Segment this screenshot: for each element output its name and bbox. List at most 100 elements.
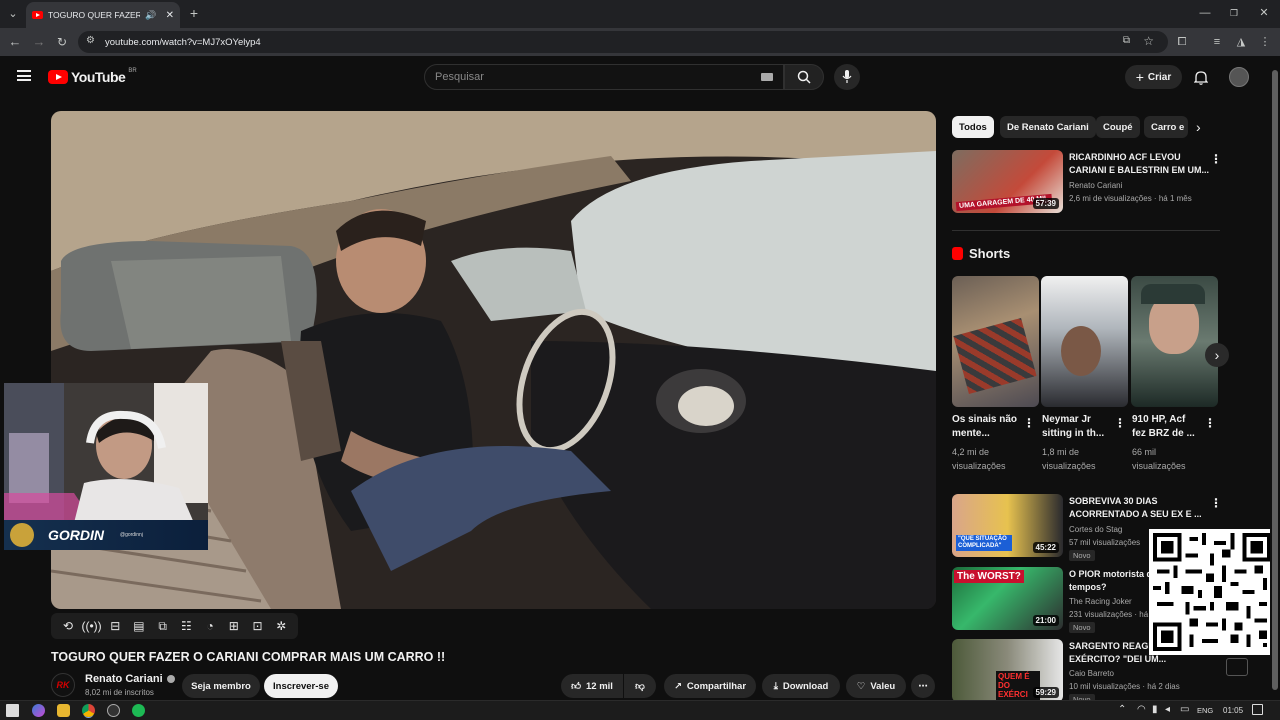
clapper-icon[interactable]: ▤ xyxy=(128,617,150,635)
chrome-menu-icon[interactable]: ⋮ xyxy=(1258,35,1272,49)
join-member-button[interactable]: Seja membro xyxy=(182,674,260,698)
more-actions-button[interactable]: ⋯ xyxy=(911,674,935,698)
chips-next-chevron-icon[interactable]: › xyxy=(1196,119,1201,135)
reload-icon[interactable]: ↻ xyxy=(55,35,69,49)
language-indicator[interactable]: ENG xyxy=(1197,706,1213,715)
more-vertical-icon[interactable]: ⋮ xyxy=(1114,416,1126,430)
recommendation-channel[interactable]: The Racing Joker xyxy=(1069,595,1132,608)
notification-center-icon[interactable] xyxy=(1252,704,1263,715)
hamburger-menu-icon[interactable] xyxy=(17,70,31,81)
streamer-webcam-overlay: GORDIN @gordinnj xyxy=(4,383,208,550)
bookmark-star-icon[interactable]: ☆ xyxy=(1143,34,1154,48)
cinema-icon[interactable]: ⊟ xyxy=(104,617,126,635)
thumbnail-caption: "QUE SITUAÇÃO COMPLICADA" xyxy=(956,535,1012,551)
volume-icon[interactable]: ◂ xyxy=(1165,704,1170,715)
search-button[interactable] xyxy=(784,64,824,90)
voice-search-button[interactable] xyxy=(834,64,860,90)
broadcast-icon[interactable]: ((•)) xyxy=(81,617,103,635)
like-button[interactable]: 👍︎ 12 mil xyxy=(561,674,623,698)
close-window-icon[interactable]: ✕ xyxy=(1257,6,1271,20)
back-icon[interactable]: ← xyxy=(8,35,22,49)
recommendation-thumbnail[interactable]: The WORST? 21:00 xyxy=(952,567,1063,630)
copilot-icon[interactable] xyxy=(32,704,45,717)
wifi-icon[interactable]: ◠ xyxy=(1137,704,1146,715)
scrollbar-thumb[interactable] xyxy=(1272,70,1278,690)
recommendation-thumbnail[interactable]: UMA GARAGEM DE 40 MIL 57:39 xyxy=(952,150,1063,213)
short-thumbnail[interactable] xyxy=(1041,276,1128,407)
screenshot-camera-icon[interactable]: ⊡ xyxy=(247,617,269,635)
channel-avatar[interactable]: RK xyxy=(51,673,75,697)
file-explorer-icon[interactable] xyxy=(57,704,70,717)
recommendation-channel[interactable]: Renato Cariani xyxy=(1069,179,1122,192)
more-vertical-icon[interactable]: ⋮ xyxy=(1210,496,1222,510)
new-tab-icon[interactable]: + xyxy=(187,6,201,20)
address-bar[interactable]: ⚙ youtube.com/watch?v=MJ7xOYelyp4 ⧉ ☆ xyxy=(78,31,1168,53)
forward-icon[interactable]: → xyxy=(32,35,46,49)
keyboard-icon[interactable] xyxy=(761,73,773,81)
download-icon: ⤓ xyxy=(773,680,778,692)
microphone-icon xyxy=(842,70,852,83)
speed-icon[interactable]: ◔ xyxy=(199,617,221,635)
short-thumbnail[interactable] xyxy=(952,276,1039,407)
page-scrollbar[interactable] xyxy=(1270,56,1280,700)
youtube-logo[interactable]: YouTube BR xyxy=(48,68,137,85)
short-thumbnail[interactable] xyxy=(1131,276,1218,407)
filmstrip-icon[interactable]: ☷ xyxy=(176,617,198,635)
chip-carro[interactable]: Carro e xyxy=(1144,116,1188,138)
extensions-icon[interactable]: ⧠ xyxy=(1175,35,1189,49)
recommendation-title[interactable]: RICARDINHO ACF LEVOU CARIANI E BALESTRIN… xyxy=(1069,151,1209,177)
thanks-button[interactable]: ♡ Valeu xyxy=(846,674,906,698)
restore-icon[interactable]: ❐ xyxy=(1227,6,1241,20)
site-info-icon[interactable]: ⚙ xyxy=(86,35,95,46)
recommendation-title[interactable]: SOBREVIVA 30 DIAS ACORRENTADO A SEU EX E… xyxy=(1069,495,1209,521)
tray-chevron-icon[interactable]: ⌃ xyxy=(1118,704,1126,715)
short-title[interactable]: Neymar Jr sitting in th... xyxy=(1042,413,1112,441)
close-tab-icon[interactable]: ✕ xyxy=(166,10,174,21)
create-button[interactable]: + Criar xyxy=(1125,65,1182,89)
windows-start-icon[interactable] xyxy=(6,704,19,717)
recommendation-thumbnail[interactable]: QUEM É DO EXÉRCI 59:29 xyxy=(952,639,1063,702)
add-box-icon[interactable]: ⊞ xyxy=(223,617,245,635)
download-button[interactable]: ⤓ Download xyxy=(762,674,840,698)
short-title[interactable]: 910 HP, Acf fez BRZ de ... xyxy=(1132,413,1202,441)
pip-icon[interactable]: ⧉ xyxy=(152,617,174,635)
channel-initials: RK xyxy=(56,680,70,690)
more-vertical-icon[interactable]: ⋮ xyxy=(1204,416,1216,430)
share-button[interactable]: ↗ Compartilhar xyxy=(664,674,756,698)
browser-tab-strip: ⌄ TOGURO QUER FAZER O CA 🔊 ✕ + — ❐ ✕ xyxy=(0,0,1280,28)
spotify-icon[interactable] xyxy=(132,704,145,717)
shorts-next-button[interactable]: › xyxy=(1205,343,1229,367)
more-vertical-icon[interactable]: ⋮ xyxy=(1210,152,1222,166)
youtube-header: YouTube BR Pesquisar + Criar xyxy=(0,56,1268,98)
install-icon[interactable]: ⧉ xyxy=(1123,35,1130,46)
chip-coupe[interactable]: Coupé xyxy=(1096,116,1140,138)
short-views: 66 mil visualizações xyxy=(1132,447,1186,471)
settings-gear-icon[interactable]: ✲ xyxy=(270,617,292,635)
chip-todos[interactable]: Todos xyxy=(952,116,994,138)
browser-tab[interactable]: TOGURO QUER FAZER O CA 🔊 ✕ xyxy=(26,2,180,28)
loop-icon[interactable]: ⟲ xyxy=(57,617,79,635)
chip-de-renato-cariani[interactable]: De Renato Cariani xyxy=(1000,116,1096,138)
chrome-icon[interactable] xyxy=(82,704,95,717)
recommendation-thumbnail[interactable]: "QUE SITUAÇÃO COMPLICADA" 45:22 xyxy=(952,494,1063,557)
search-input[interactable]: Pesquisar xyxy=(424,64,784,90)
obs-icon[interactable] xyxy=(107,704,120,717)
tab-search-icon[interactable]: ⌄ xyxy=(6,7,20,21)
minimize-icon[interactable]: — xyxy=(1198,6,1212,20)
reading-list-icon[interactable]: ≡ xyxy=(1210,35,1224,49)
subscribe-button[interactable]: Inscrever-se xyxy=(264,674,338,698)
notifications-bell-icon[interactable] xyxy=(1194,70,1208,85)
channel-name[interactable]: Renato Cariani xyxy=(85,673,175,685)
recommendation-channel[interactable]: Caio Barreto xyxy=(1069,667,1114,680)
short-title[interactable]: Os sinais não mente... xyxy=(952,413,1022,441)
profile-icon[interactable]: ◮ xyxy=(1234,35,1248,49)
clock[interactable]: 01:05 xyxy=(1223,706,1243,715)
more-vertical-icon[interactable]: ⋮ xyxy=(1023,416,1035,430)
chip-label: De Renato Cariani xyxy=(1007,121,1089,133)
dislike-button[interactable]: 👎︎ xyxy=(624,674,656,698)
network-icon[interactable]: ▭ xyxy=(1180,704,1189,715)
speaker-icon: 🔊 xyxy=(145,9,157,20)
microphone-tray-icon[interactable]: ▮ xyxy=(1152,704,1158,715)
recommendation-channel[interactable]: Cortes do Stag xyxy=(1069,523,1122,536)
account-avatar[interactable] xyxy=(1229,67,1249,87)
